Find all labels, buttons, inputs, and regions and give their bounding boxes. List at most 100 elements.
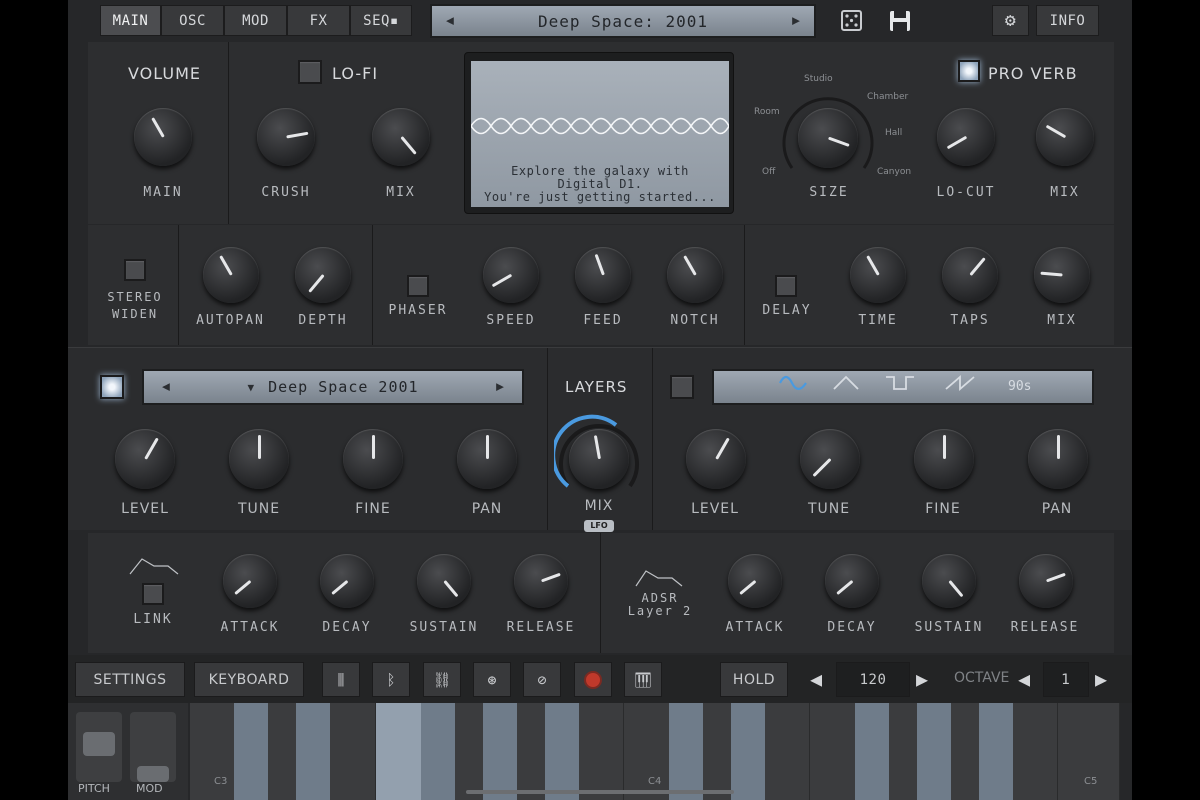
tab-seq[interactable]: SEQ▪ — [350, 5, 412, 36]
tempo-decrease-icon[interactable]: ◀ — [810, 667, 822, 691]
square-wave-icon[interactable] — [884, 373, 916, 398]
layer1-dropdown-icon[interactable]: ▼ — [247, 381, 254, 394]
env1-sustain-knob[interactable] — [417, 554, 471, 608]
env2-release-knob[interactable] — [1019, 554, 1073, 608]
piano-key[interactable] — [917, 703, 951, 800]
layer1-fine-knob[interactable] — [343, 429, 403, 489]
autopan-knob[interactable] — [203, 247, 259, 303]
room-type-off[interactable]: Off — [762, 167, 775, 177]
tab-fx[interactable]: FX — [287, 5, 350, 36]
layer1-tune-knob[interactable] — [229, 429, 289, 489]
tempo-increase-icon[interactable]: ▶ — [916, 667, 928, 691]
piano-key[interactable] — [234, 703, 268, 800]
settings-gear-button[interactable]: ⚙ — [992, 5, 1029, 36]
lofi-mix-knob[interactable] — [372, 108, 430, 166]
save-icon[interactable] — [889, 10, 911, 36]
stereo-widen-toggle[interactable] — [124, 259, 146, 281]
room-type-canyon[interactable]: Canyon — [877, 167, 911, 177]
layers-mix-knob[interactable] — [569, 429, 629, 489]
sine-wave-icon[interactable] — [778, 373, 808, 398]
piano-key[interactable] — [483, 703, 517, 800]
info-button[interactable]: INFO — [1036, 5, 1099, 36]
room-type-hall[interactable]: Hall — [885, 128, 902, 138]
octave-increase-icon[interactable]: ▶ — [1095, 667, 1107, 691]
tab-main[interactable]: MAIN — [100, 5, 161, 36]
reverb-size-knob[interactable] — [798, 108, 858, 168]
preset-selector[interactable]: ◀ Deep Space: 2001 ▶ — [430, 4, 816, 38]
wave-90s-option[interactable]: 90s — [1008, 379, 1031, 394]
env1-attack-knob[interactable] — [223, 554, 277, 608]
proverb-toggle[interactable] — [958, 60, 980, 82]
tempo-field[interactable]: 120 — [836, 662, 910, 697]
size-label: SIZE — [809, 185, 849, 200]
layer1-next-icon[interactable]: ▶ — [496, 380, 504, 395]
layer2-pan-label: PAN — [1041, 501, 1073, 517]
locut-knob[interactable] — [937, 108, 995, 166]
piano-key[interactable] — [855, 703, 889, 800]
piano-button[interactable]: 🎹︎ — [624, 662, 662, 697]
env2-decay-knob[interactable] — [825, 554, 879, 608]
layer1-preset-selector[interactable]: ◀ ▼ Deep Space 2001 ▶ — [142, 369, 524, 405]
reverb-mix-knob[interactable] — [1036, 108, 1094, 166]
env1-release-knob[interactable] — [514, 554, 568, 608]
main-volume-knob[interactable] — [134, 108, 192, 166]
link-button[interactable]: ⛓ — [423, 662, 461, 697]
delay-mix-label: MIX — [1047, 313, 1077, 328]
room-type-studio[interactable]: Studio — [804, 74, 833, 84]
tab-mod[interactable]: MOD — [224, 5, 287, 36]
record-button[interactable] — [574, 662, 612, 697]
dice-icon[interactable] — [841, 10, 862, 31]
piano-key[interactable] — [421, 703, 455, 800]
piano-key[interactable] — [979, 703, 1013, 800]
saw-wave-icon[interactable] — [944, 373, 976, 398]
depth-knob[interactable] — [295, 247, 351, 303]
layer1-pan-knob[interactable] — [457, 429, 517, 489]
piano-key[interactable] — [731, 703, 765, 800]
delay-mix-knob[interactable] — [1034, 247, 1090, 303]
layer1-toggle[interactable] — [100, 375, 124, 399]
lfo-badge[interactable]: LFO — [584, 520, 614, 532]
proverb-title: PRO VERB — [988, 64, 1078, 83]
prev-preset-icon[interactable]: ◀ — [446, 14, 454, 29]
triangle-wave-icon[interactable] — [832, 373, 860, 398]
layer1-prev-icon[interactable]: ◀ — [162, 380, 170, 395]
link-toggle[interactable] — [142, 583, 164, 605]
octave-decrease-icon[interactable]: ◀ — [1018, 667, 1030, 691]
keyboard-button[interactable]: KEYBOARD — [194, 662, 304, 697]
layer2-tune-knob[interactable] — [800, 429, 860, 489]
midi-button[interactable]: ⊛ — [473, 662, 511, 697]
layer2-fine-knob[interactable] — [914, 429, 974, 489]
piano-key[interactable] — [545, 703, 579, 800]
phaser-toggle[interactable] — [407, 275, 429, 297]
phaser-notch-knob[interactable] — [667, 247, 723, 303]
layer2-pan-knob[interactable] — [1028, 429, 1088, 489]
layer2-level-knob[interactable] — [686, 429, 746, 489]
octave-field[interactable]: 1 — [1043, 662, 1089, 697]
tab-osc[interactable]: OSC — [161, 5, 224, 36]
delay-toggle[interactable] — [775, 275, 797, 297]
layer1-level-knob[interactable] — [115, 429, 175, 489]
phaser-speed-knob[interactable] — [483, 247, 539, 303]
lofi-toggle[interactable] — [298, 60, 322, 84]
pitch-label: PITCH — [78, 782, 110, 795]
mixer-button[interactable]: ⫼ — [322, 662, 360, 697]
bluetooth-button[interactable]: ᛒ — [372, 662, 410, 697]
env2-sustain-knob[interactable] — [922, 554, 976, 608]
panic-button[interactable]: ⊘ — [523, 662, 561, 697]
pitch-wheel[interactable] — [76, 712, 122, 782]
delay-time-knob[interactable] — [850, 247, 906, 303]
delay-taps-knob[interactable] — [942, 247, 998, 303]
hold-button[interactable]: HOLD — [720, 662, 788, 697]
env2-attack-knob[interactable] — [728, 554, 782, 608]
piano-key[interactable] — [669, 703, 703, 800]
crush-knob[interactable] — [257, 108, 315, 166]
settings-button[interactable]: SETTINGS — [75, 662, 185, 697]
phaser-feed-knob[interactable] — [575, 247, 631, 303]
room-type-room[interactable]: Room — [754, 107, 780, 117]
env1-decay-knob[interactable] — [320, 554, 374, 608]
key-label-c3: C3 — [214, 776, 228, 787]
mod-wheel[interactable] — [130, 712, 176, 782]
piano-key[interactable] — [296, 703, 330, 800]
layer2-toggle[interactable] — [670, 375, 694, 399]
next-preset-icon[interactable]: ▶ — [792, 14, 800, 29]
